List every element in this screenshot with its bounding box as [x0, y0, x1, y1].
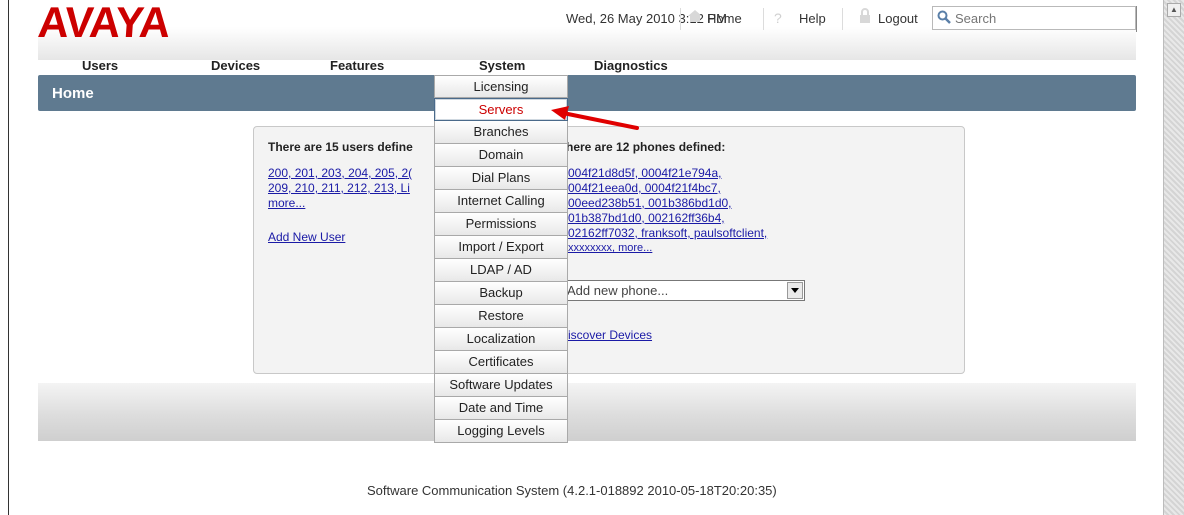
- phones-list-link[interactable]: 004f21d8d5f, 0004f21e794a,: [568, 166, 721, 181]
- menu-item-internet-calling[interactable]: Internet Calling: [434, 190, 568, 213]
- dropdown-arrow-icon[interactable]: [787, 282, 803, 299]
- footer-band: [38, 383, 1136, 441]
- users-list-link[interactable]: 209, 210, 211, 212, 213, Li: [268, 181, 410, 196]
- search-icon: [937, 10, 951, 24]
- menu-item-ldap-ad[interactable]: LDAP / AD: [434, 259, 568, 282]
- menu-item-restore[interactable]: Restore: [434, 305, 568, 328]
- version-footer: Software Communication System (4.2.1-018…: [367, 483, 777, 498]
- lock-icon[interactable]: [859, 8, 871, 27]
- home-link[interactable]: Home: [707, 11, 742, 26]
- nav-diagnostics[interactable]: Diagnostics: [594, 58, 668, 73]
- discover-devices-link[interactable]: iscover Devices: [568, 328, 652, 343]
- avaya-logo: AVAYA: [36, 0, 171, 47]
- search-input[interactable]: [955, 10, 1133, 26]
- header-separator: [842, 8, 843, 30]
- menu-item-dial-plans[interactable]: Dial Plans: [434, 167, 568, 190]
- phones-more-link[interactable]: xxxxxxxx, more...: [568, 241, 652, 256]
- window-frame-left: [0, 0, 9, 515]
- menu-item-localization[interactable]: Localization: [434, 328, 568, 351]
- add-new-user-link[interactable]: Add New User: [268, 230, 345, 245]
- page-title: Home: [52, 85, 94, 102]
- phones-list-link[interactable]: 02162ff7032, franksoft, paulsoftclient,: [568, 226, 767, 241]
- menu-item-date-and-time[interactable]: Date and Time: [434, 397, 568, 420]
- phones-list-link[interactable]: 01b387bd1d0, 002162ff36b4,: [568, 211, 725, 226]
- red-arrow-icon: [551, 106, 639, 130]
- nav-devices[interactable]: Devices: [211, 58, 260, 73]
- phones-count-title: here are 12 phones defined:: [566, 140, 726, 154]
- phones-list-link[interactable]: 004f21eea0d, 0004f21f4bc7,: [568, 181, 721, 196]
- help-link[interactable]: Help: [799, 11, 826, 26]
- menu-item-permissions[interactable]: Permissions: [434, 213, 568, 236]
- search-box[interactable]: [932, 6, 1136, 30]
- add-phone-select-value: Add new phone...: [567, 283, 669, 298]
- menu-item-certificates[interactable]: Certificates: [434, 351, 568, 374]
- menu-item-import-export[interactable]: Import / Export: [434, 236, 568, 259]
- menu-item-software-updates[interactable]: Software Updates: [434, 374, 568, 397]
- help-icon[interactable]: ?: [774, 10, 782, 26]
- menu-item-domain[interactable]: Domain: [434, 144, 568, 167]
- add-phone-select[interactable]: Add new phone...: [564, 280, 805, 301]
- header-separator: [763, 8, 764, 30]
- users-count-title: There are 15 users define: [268, 140, 413, 154]
- menu-item-backup[interactable]: Backup: [434, 282, 568, 305]
- nav-users[interactable]: Users: [82, 58, 118, 73]
- logout-link[interactable]: Logout: [878, 11, 918, 26]
- nav-features[interactable]: Features: [330, 58, 384, 73]
- nav-system[interactable]: System: [479, 58, 525, 73]
- header-separator: [680, 8, 681, 30]
- menu-item-logging-levels[interactable]: Logging Levels: [434, 420, 568, 443]
- scroll-up-icon[interactable]: ▲: [1167, 3, 1181, 17]
- users-list-link[interactable]: 200, 201, 203, 204, 205, 2(: [268, 166, 412, 181]
- header-divider: [1136, 6, 1137, 32]
- home-icon[interactable]: [687, 9, 703, 26]
- users-more-link[interactable]: more...: [268, 196, 305, 211]
- vertical-scrollbar[interactable]: ▲: [1163, 0, 1184, 515]
- menu-item-licensing[interactable]: Licensing: [434, 75, 568, 98]
- phones-list-link[interactable]: 00eed238b51, 001b386bd1d0,: [568, 196, 732, 211]
